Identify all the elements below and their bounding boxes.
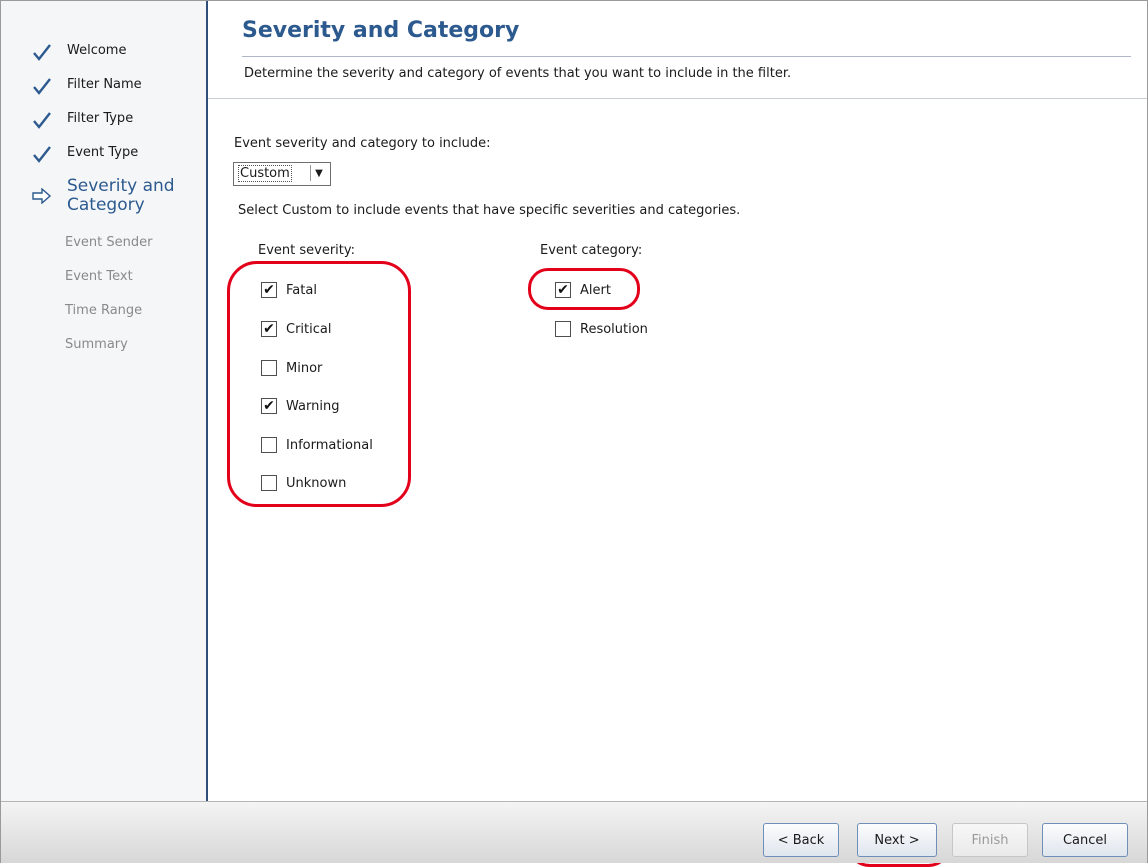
header-divider [208, 98, 1147, 99]
include-dropdown[interactable]: Custom ▼ [233, 162, 331, 186]
severity-heading: Event severity: [258, 243, 356, 258]
step-label-line1: Severity and [67, 176, 175, 196]
page-description: Determine the severity and category of e… [244, 66, 792, 81]
step-label: Event Type [67, 145, 139, 160]
step-label: Summary [65, 337, 128, 352]
checkmark-icon [31, 143, 53, 165]
arrow-right-icon [31, 185, 53, 207]
category-resolution-checkbox[interactable] [555, 321, 571, 337]
step-summary: Summary [1, 331, 206, 361]
title-divider [242, 56, 1131, 57]
step-label: Event Text [65, 269, 133, 284]
step-label: Welcome [67, 43, 127, 58]
page-title: Severity and Category [242, 18, 520, 43]
step-time-range: Time Range [1, 297, 206, 327]
step-event-sender: Event Sender [1, 229, 206, 259]
checkmark-icon [31, 109, 53, 131]
severity-highlight-annotation [227, 261, 411, 507]
back-button[interactable]: < Back [763, 823, 839, 857]
finish-button: Finish [952, 823, 1028, 857]
step-label: Event Sender [65, 235, 153, 250]
cancel-button[interactable]: Cancel [1042, 823, 1128, 857]
checkmark-icon [31, 75, 53, 97]
dropdown-value: Custom [238, 165, 292, 182]
wizard-steps-sidebar: Welcome Filter Name Filter Type Event Ty… [1, 1, 208, 801]
step-event-type[interactable]: Event Type [1, 139, 206, 169]
category-label: Resolution [580, 322, 648, 337]
category-heading: Event category: [540, 243, 643, 258]
include-label: Event severity and category to include: [234, 136, 491, 151]
step-welcome[interactable]: Welcome [1, 37, 206, 67]
step-label: Filter Name [67, 77, 142, 92]
step-filter-name[interactable]: Filter Name [1, 71, 206, 101]
step-label: Time Range [65, 303, 143, 318]
step-severity-and-category[interactable]: Severity and Category [1, 177, 206, 215]
next-button[interactable]: Next > [857, 823, 937, 857]
step-label-line2: Category [67, 195, 145, 215]
step-event-text: Event Text [1, 263, 206, 293]
alert-highlight-annotation [528, 268, 640, 310]
step-filter-type[interactable]: Filter Type [1, 105, 206, 135]
custom-hint-text: Select Custom to include events that hav… [238, 203, 741, 218]
step-label: Filter Type [67, 111, 134, 126]
checkmark-icon [31, 41, 53, 63]
step-label: Severity and Category [67, 177, 175, 215]
dropdown-arrow-icon[interactable]: ▼ [310, 165, 327, 181]
